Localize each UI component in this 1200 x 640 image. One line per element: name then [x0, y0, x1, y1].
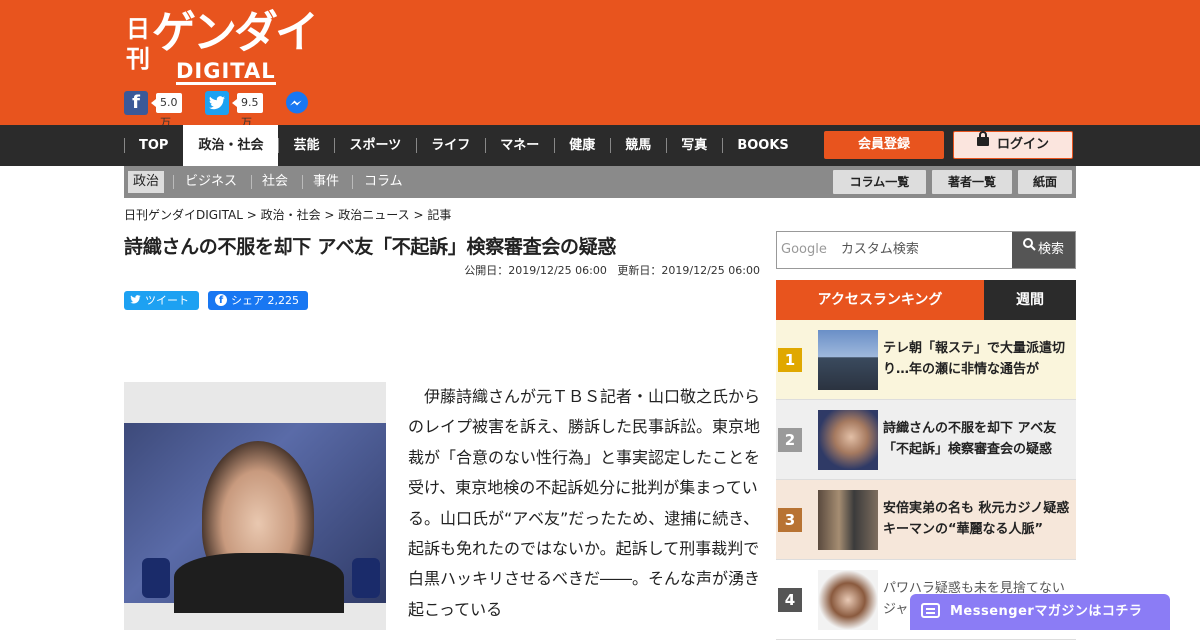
- logo-digital: DIGITAL: [176, 59, 276, 85]
- ranking-item[interactable]: 3 安倍実弟の名も 秋元カジノ疑惑キーマンの“華麗なる人脈”: [776, 480, 1076, 560]
- main-nav: TOP 政治・社会 芸能 スポーツ ライフ マネー 健康 競馬 写真 BOOKS…: [0, 125, 1200, 166]
- ranking-thumbnail: [818, 330, 878, 390]
- messenger-magazine-button[interactable]: Messengerマガジンはコチラ: [910, 594, 1170, 630]
- nav-item-entertainment[interactable]: 芸能: [278, 125, 334, 166]
- tweet-button[interactable]: ツイート: [124, 291, 199, 310]
- rank-badge: 2: [778, 428, 802, 452]
- breadcrumb[interactable]: 日刊ゲンダイDIGITAL > 政治・社会 > 政治ニュース > 記事: [124, 206, 451, 223]
- nav-item-sports[interactable]: スポーツ: [334, 125, 416, 166]
- twitter-icon: [130, 291, 141, 310]
- ranking-title-text: テレ朝「報ステ」で大量派遣切り…年の瀬に非情な通告が: [883, 341, 1066, 377]
- rank-badge: 3: [778, 508, 802, 532]
- nav-item-books[interactable]: BOOKS: [722, 125, 803, 166]
- nav-item-money[interactable]: マネー: [485, 125, 554, 166]
- ranking-thumbnail: [818, 570, 878, 630]
- google-brand: Google: [781, 242, 827, 257]
- ranking-header: アクセスランキング 週間: [776, 280, 1076, 320]
- ranking-item[interactable]: 1 テレ朝「報ステ」で大量派遣切り…年の瀬に非情な通告が: [776, 320, 1076, 400]
- ranking-tab-weekly[interactable]: 週間: [984, 280, 1076, 320]
- tweet-label: ツイート: [145, 294, 189, 307]
- rank-badge: 1: [778, 348, 802, 372]
- lock-icon: [976, 130, 989, 156]
- subnav-divider: [302, 175, 303, 189]
- site-logo[interactable]: 日刊 ゲンダイ DIGITAL: [126, 8, 319, 85]
- photo-person-body: [174, 553, 344, 613]
- column-list-button[interactable]: コラム一覧: [833, 170, 926, 194]
- subnav-divider: [173, 175, 174, 189]
- updated-date: 更新日：2019/12/25 06:00: [617, 264, 760, 277]
- nav-item-health[interactable]: 健康: [554, 125, 610, 166]
- twitter-count: 9.5万: [232, 93, 263, 129]
- search-button[interactable]: 検索: [1012, 232, 1075, 268]
- published-date: 公開日：2019/12/25 06:00: [464, 264, 607, 277]
- search-button-label: 検索: [1037, 242, 1064, 257]
- ranking-item[interactable]: 2 詩織さんの不服を却下 アベ友「不起訴」検察審査会の疑惑: [776, 400, 1076, 480]
- chat-icon: [921, 603, 940, 618]
- messenger-magazine-label: Messengerマガジンはコチラ: [950, 604, 1143, 619]
- facebook-icon: f: [215, 294, 227, 306]
- article-title: 詩織さんの不服を却下 アベ友「不起訴」検察審査会の疑惑: [124, 236, 617, 258]
- paper-button[interactable]: 紙面: [1018, 170, 1072, 194]
- facebook-count: 5.0万: [151, 93, 182, 129]
- nav-item-photo[interactable]: 写真: [666, 125, 722, 166]
- subnav-item-column[interactable]: コラム: [359, 171, 408, 193]
- subnav-divider: [251, 175, 252, 189]
- nav-item-top[interactable]: TOP: [124, 125, 183, 166]
- ranking-title-text: 安倍実弟の名も 秋元カジノ疑惑キーマンの“華麗なる人脈”: [883, 501, 1070, 537]
- rank-badge: 4: [778, 588, 802, 612]
- article-dates: 公開日：2019/12/25 06:00 更新日：2019/12/25 06:0…: [464, 262, 760, 278]
- search-icon: [1022, 230, 1036, 266]
- ranking-title-text: 詩織さんの不服を却下 アベ友「不起訴」検察審査会の疑惑: [883, 421, 1057, 457]
- facebook-share-button[interactable]: f シェア 2,225: [208, 291, 308, 310]
- twitter-icon[interactable]: [205, 91, 229, 115]
- nav-item-politics[interactable]: 政治・社会: [183, 125, 279, 166]
- photo-image: [124, 423, 386, 613]
- logo-kana: ゲンダイ: [152, 7, 319, 58]
- author-list-button[interactable]: 著者一覧: [932, 170, 1012, 194]
- subnav-item-incident[interactable]: 事件: [308, 171, 344, 193]
- ranking-title[interactable]: アクセスランキング: [776, 280, 984, 320]
- subnav-item-society[interactable]: 社会: [257, 171, 293, 193]
- search-box: Google カスタム検索 検索: [776, 231, 1076, 269]
- search-input[interactable]: Google カスタム検索: [777, 232, 1013, 268]
- ranking-thumbnail: [818, 490, 878, 550]
- article-paragraph: 伊藤詩織さんが元ＴＢＳ記者・山口敬之氏からのレイプ被害を訴え、勝訴した民事訴訟。…: [408, 387, 761, 619]
- site-header: 日刊 ゲンダイ DIGITAL f 5.0万 9.5万: [0, 0, 1200, 129]
- share-label: シェア 2,225: [231, 294, 299, 307]
- facebook-icon[interactable]: f: [124, 91, 148, 115]
- microphone-icon: [352, 558, 380, 598]
- ranking-thumbnail: [818, 410, 878, 470]
- sub-nav: 政治 ビジネス 社会 事件 コラム コラム一覧 著者一覧 紙面: [124, 166, 1076, 198]
- nav-item-life[interactable]: ライフ: [416, 125, 485, 166]
- search-placeholder: カスタム検索: [840, 242, 919, 257]
- messenger-icon[interactable]: [285, 91, 309, 115]
- subnav-divider: [352, 175, 353, 189]
- login-button[interactable]: ログイン: [953, 131, 1073, 159]
- logo-kanji: 日刊: [126, 14, 150, 73]
- article-photo[interactable]: [124, 382, 386, 630]
- subnav-item-politics[interactable]: 政治: [128, 171, 165, 193]
- login-label: ログイン: [996, 137, 1049, 152]
- microphone-icon: [142, 558, 170, 598]
- article-body: 伊藤詩織さんが元ＴＢＳ記者・山口敬之氏からのレイプ被害を訴え、勝訴した民事訴訟。…: [408, 382, 764, 625]
- subnav-item-business[interactable]: ビジネス: [180, 171, 242, 193]
- nav-item-keiba[interactable]: 競馬: [610, 125, 666, 166]
- register-button[interactable]: 会員登録: [824, 131, 944, 159]
